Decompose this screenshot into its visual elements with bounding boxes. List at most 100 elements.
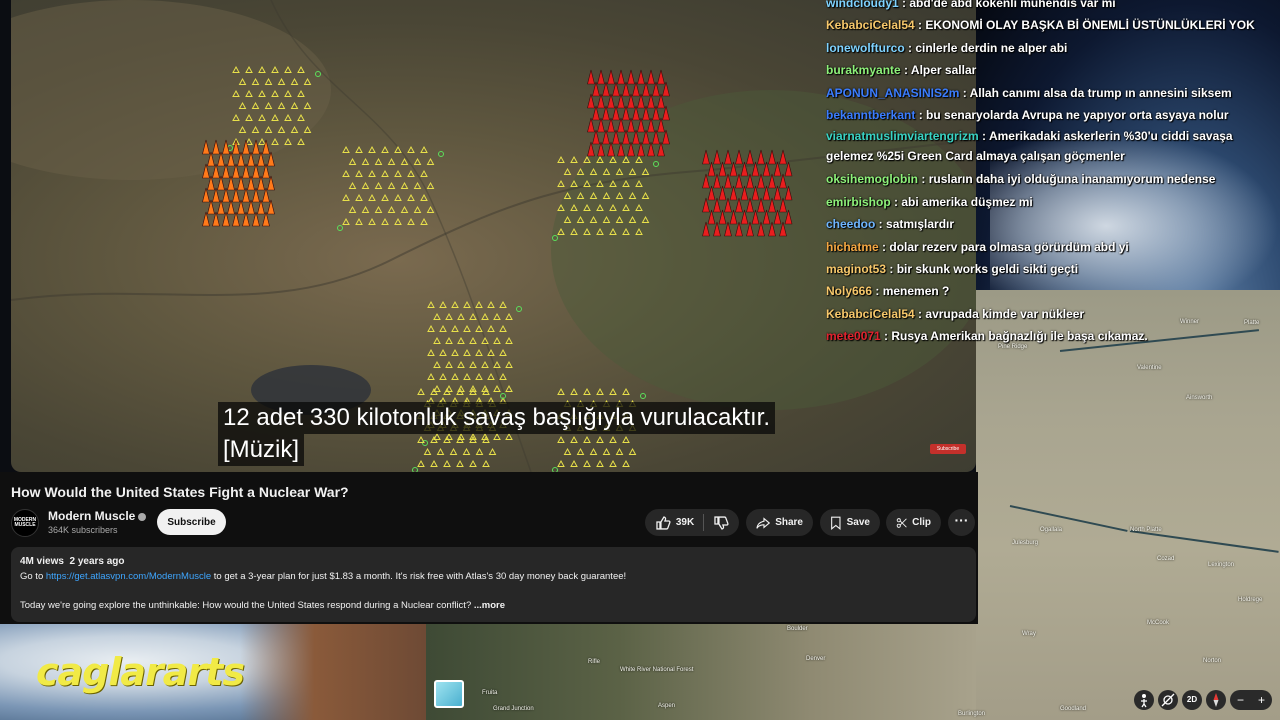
silo-marker — [451, 372, 459, 380]
chat-username[interactable]: oksihemoglobin — [826, 172, 918, 186]
street-view-button[interactable] — [1134, 690, 1154, 710]
subscribe-button[interactable]: Subscribe — [157, 509, 226, 535]
description-prefix: Go to — [20, 571, 46, 582]
silo-marker — [413, 181, 422, 189]
silo-marker — [368, 169, 376, 177]
map-label: Burlington — [958, 711, 986, 717]
map-layer-toggle[interactable] — [434, 680, 464, 708]
silo-marker — [297, 137, 305, 145]
silo-marker — [426, 181, 435, 189]
location-off-icon — [1161, 693, 1175, 707]
chat-username[interactable]: lonewolfturco — [826, 41, 905, 55]
more-actions-button[interactable]: ··· — [948, 509, 975, 536]
chat-username[interactable]: KebabciCelal54 — [826, 18, 915, 32]
zoom-out-button[interactable]: − — [1237, 693, 1244, 707]
silo-marker — [457, 336, 465, 344]
chat-username[interactable]: bekanntberkant — [826, 108, 915, 122]
silo-marker — [400, 157, 409, 165]
subscriber-count: 364K subscribers — [48, 525, 118, 535]
share-button[interactable]: Share — [746, 509, 813, 536]
chat-separator: : — [886, 262, 897, 277]
silo-marker — [348, 157, 357, 165]
map-label: Denver — [806, 656, 826, 662]
chat-message: maginot53 : bir skunk works geldi sikti … — [826, 258, 1280, 280]
silo-marker — [469, 360, 477, 368]
silo-marker — [475, 372, 483, 380]
chat-message: Noly666 : menemen ? — [826, 280, 1280, 302]
subtitle-line-2: [Müzik] — [218, 434, 305, 466]
silo-marker — [413, 205, 422, 213]
silo-marker — [505, 384, 513, 392]
silo-marker — [394, 193, 402, 201]
silo-marker — [374, 157, 383, 165]
location-button[interactable] — [1158, 690, 1178, 710]
silo-marker — [407, 145, 415, 153]
map-label: White River National Forest — [620, 667, 694, 673]
silo-marker — [563, 167, 572, 175]
chat-message: oksihemoglobin : rusların daha iyi olduğ… — [826, 168, 1280, 190]
map-label: Julesburg — [1012, 540, 1039, 546]
subscribe-watermark[interactable]: Subscribe — [930, 444, 966, 454]
silo-marker — [400, 205, 409, 213]
save-button[interactable]: Save — [820, 509, 880, 536]
description-text: Today we're going explore the unthinkabl… — [20, 600, 472, 611]
map-label: Ogallala — [1040, 527, 1063, 533]
chat-username[interactable]: Noly666 — [826, 284, 872, 298]
silo-marker — [439, 300, 447, 308]
zoom-controls: − + — [1230, 690, 1272, 710]
channel-avatar[interactable]: MODERN MUSCLE — [11, 509, 39, 537]
show-more-link[interactable]: ...more — [471, 600, 505, 611]
zoom-in-button[interactable]: + — [1258, 693, 1265, 707]
chat-username[interactable]: hichatme — [826, 240, 879, 254]
sponsor-link[interactable]: https://get.atlasvpn.com/ModernMuscle — [46, 571, 211, 582]
silo-marker — [499, 300, 507, 308]
channel-name-text[interactable]: Modern Muscle — [48, 509, 135, 523]
chat-username[interactable]: windcloudy1 — [826, 0, 899, 10]
chat-username[interactable]: emirbishop — [826, 195, 891, 209]
chat-username[interactable]: APONUN_ANASINIS2m — [826, 86, 959, 100]
thumbs-down-icon[interactable] — [713, 515, 729, 531]
silo-marker — [342, 169, 350, 177]
silo-marker — [407, 193, 415, 201]
map-label: Grand Junction — [493, 706, 534, 712]
chat-username[interactable]: mete0071 — [826, 329, 881, 343]
chat-text: dolar rezerv para olmasa görürdüm abd yi — [889, 239, 1129, 254]
view-2d-button[interactable]: 2D — [1182, 690, 1202, 710]
like-count[interactable]: 39K — [676, 517, 694, 528]
chat-separator: : — [914, 306, 926, 321]
silo-marker — [487, 324, 495, 332]
chat-message: windcloudy1 : abd'de abd kökenli mühendi… — [826, 0, 1280, 14]
silo-marker — [342, 217, 350, 225]
silo-marker — [387, 157, 396, 165]
silo-marker — [381, 145, 389, 153]
compass-button[interactable] — [1206, 690, 1226, 710]
description-box[interactable]: 4M views 2 years ago Go to https://get.a… — [11, 547, 976, 622]
silo-marker — [469, 336, 477, 344]
chat-username[interactable]: maginot53 — [826, 262, 886, 276]
silo-marker — [493, 360, 501, 368]
silo-marker — [381, 217, 389, 225]
chat-username[interactable]: KebabciCelal54 — [826, 307, 915, 321]
satellite-map-right[interactable] — [976, 290, 1280, 720]
silo-marker — [413, 157, 422, 165]
silo-marker — [420, 217, 428, 225]
bookmark-icon — [831, 516, 841, 530]
silo-marker — [451, 300, 459, 308]
chat-separator: : — [878, 239, 890, 254]
thumbs-up-icon[interactable] — [655, 515, 671, 531]
silo-marker — [361, 157, 370, 165]
clip-button[interactable]: Clip — [886, 509, 941, 536]
silo-marker — [348, 181, 357, 189]
silo-marker — [361, 181, 370, 189]
map-label: Lexington — [1208, 562, 1235, 568]
chat-username[interactable]: burakmyante — [826, 63, 901, 77]
live-chat-overlay: windcloudy1 : abd'de abd kökenli mühendi… — [826, 0, 1280, 348]
silo-marker — [445, 312, 453, 320]
silo-marker — [505, 312, 513, 320]
silo-marker — [487, 372, 495, 380]
chat-username[interactable]: cheedoo — [826, 217, 875, 231]
chat-username[interactable]: viarnatmuslimviartengrizm — [826, 129, 979, 143]
chat-text: menemen ? — [882, 284, 950, 299]
silo-marker — [374, 205, 383, 213]
channel-name[interactable]: Modern Muscle — [48, 509, 147, 523]
